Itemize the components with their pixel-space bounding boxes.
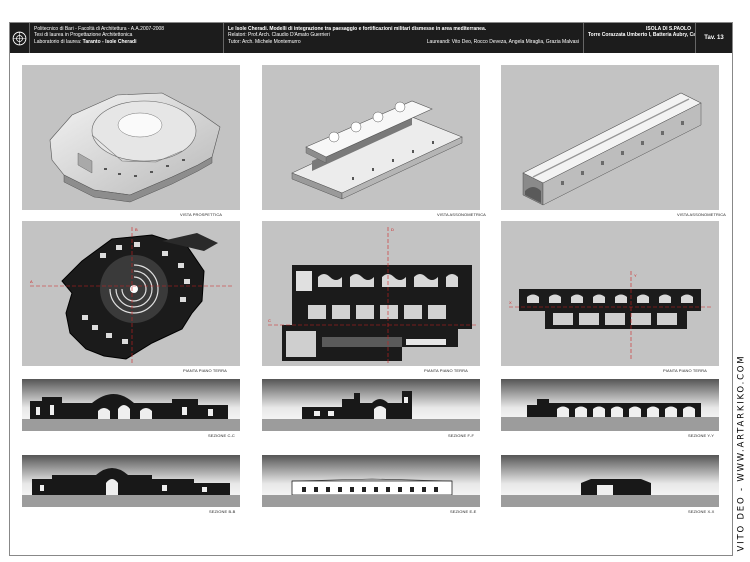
section-marker-d: D (391, 227, 394, 232)
section-f-drawing (262, 379, 480, 431)
caption-section-b: SEZIONE B-B (209, 509, 236, 514)
section-f-panel (262, 379, 480, 431)
lab-line: Laboratorio di laurea: Taranto - Isole C… (34, 39, 219, 45)
perspective-view-drawing (49, 92, 221, 203)
caption-axonometric-view-2: VISTA ASSONOMETRICA (677, 212, 726, 217)
section-y-drawing (501, 379, 719, 431)
caption-plan-battery: PIANTA PIANO TERRA (424, 368, 468, 373)
plan-barracks-drawing: X Y (509, 271, 713, 361)
title-block: Politecnico di Bari - Facoltà di Archite… (10, 23, 732, 53)
laureandi-line: Laureandi: Vito Deo, Rocco Deveza, Angel… (426, 38, 579, 45)
project-info: Le Isole Cheradi. Modelli di integrazion… (224, 23, 584, 53)
perspective-view-panel (22, 65, 240, 210)
logo-cell (10, 23, 30, 53)
section-c-drawing (22, 379, 240, 431)
plan-battery-drawing: C D (268, 227, 476, 363)
caption-section-y: SEZIONE Y-Y (688, 433, 714, 438)
caption-section-f: SEZIONE F-F (448, 433, 474, 438)
section-marker-c: C (268, 318, 271, 323)
tutor-line: Tutor: Arch. Michele Montemurro (228, 38, 301, 45)
axonometric-view-2-drawing (522, 92, 702, 206)
tutor-row: Tutor: Arch. Michele Montemurro Laureand… (228, 39, 579, 45)
axonometric-view-2-panel (501, 65, 719, 210)
caption-plan-barracks: PIANTA PIANO TERRA (663, 368, 707, 373)
university-info: Politecnico di Bari - Facoltà di Archite… (30, 23, 224, 53)
section-x-panel (501, 455, 719, 507)
axonometric-view-1-drawing (291, 100, 463, 200)
section-e-panel (262, 455, 480, 507)
section-b-drawing (22, 455, 240, 507)
caption-section-e: SEZIONE E-E (450, 509, 477, 514)
author-credit: VITO DEO - WWW.ARTARKIKO.COM (734, 348, 748, 558)
section-b-panel (22, 455, 240, 507)
section-e-drawing (262, 455, 480, 507)
section-x-drawing (501, 455, 719, 507)
drawing-sheet: Politecnico di Bari - Facoltà di Archite… (9, 22, 733, 556)
caption-perspective-view: VISTA PROSPETTICA (180, 212, 223, 217)
plan-tower-panel: A B (22, 221, 240, 366)
section-marker-x: X (509, 300, 512, 305)
lab-value: Taranto - Isole Cheradi (82, 38, 137, 45)
section-c-panel (22, 379, 240, 431)
caption-axonometric-view-1: VISTA ASSONOMETRICA (437, 212, 486, 217)
section-marker-a: A (30, 279, 33, 284)
place-subtitle: Torre Corazzata Umberto I, Batteria Aubr… (588, 32, 696, 39)
axonometric-view-1-panel (262, 65, 480, 210)
sheet-number: Tav. 13 (704, 34, 724, 41)
section-y-panel (501, 379, 719, 431)
caption-section-x: SEZIONE X-X (688, 509, 715, 514)
university-logo-icon (12, 31, 27, 45)
place-info: ISOLA DI S.PAOLO Torre Corazzata Umberto… (584, 23, 696, 53)
plan-battery-panel: C D (262, 221, 480, 366)
caption-plan-tower: PIANTA PIANO TERRA (183, 368, 227, 373)
section-marker-y: Y (634, 273, 637, 278)
lab-label: Laboratorio di laurea: (34, 38, 82, 45)
plan-barracks-panel: X Y (501, 221, 719, 366)
caption-section-c: SEZIONE C-C (208, 433, 235, 438)
section-marker-b: B (135, 227, 138, 232)
author-credit-text: VITO DEO - WWW.ARTARKIKO.COM (736, 354, 747, 552)
plan-tower-drawing: A B (30, 227, 234, 363)
